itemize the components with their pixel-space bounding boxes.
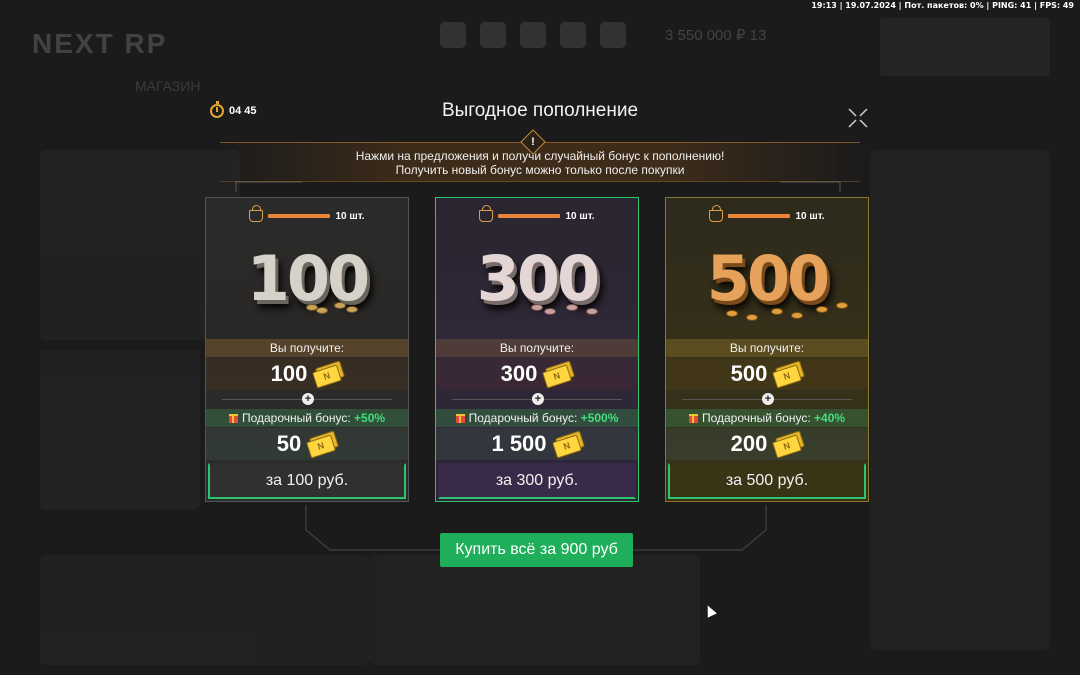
- profile-panel: [880, 18, 1050, 76]
- ticket-icon: [773, 364, 803, 384]
- stock-indicator: 10 шт.: [666, 205, 868, 222]
- price-button-300[interactable]: за 300 руб.: [438, 463, 636, 499]
- stock-indicator: 10 шт.: [206, 205, 408, 222]
- bonus-label: Подарочный бонус: +40%: [666, 409, 868, 427]
- plus-divider: +: [206, 392, 408, 406]
- gift-icon: [688, 414, 698, 423]
- bonus-amount: 1 500: [436, 428, 638, 460]
- receive-amount: 500: [666, 358, 868, 390]
- status-bar: 19:13 | 19.07.2024 | Пот. пакетов: 0% | …: [811, 1, 1074, 10]
- receive-label: Вы получите:: [206, 339, 408, 357]
- ticket-icon: [773, 434, 803, 454]
- bonus-amount: 200: [666, 428, 868, 460]
- close-icon: [848, 108, 868, 128]
- stock-bar: [268, 214, 331, 218]
- offer-card-100[interactable]: 10 шт. 100 Вы получите: 100 + Подарочный…: [205, 197, 409, 502]
- receive-label: Вы получите:: [666, 339, 868, 357]
- offer-hero-image: 300: [436, 232, 638, 332]
- bonus-percent: +40%: [814, 411, 846, 425]
- notice-line-2: Получить новый бонус можно только после …: [395, 163, 685, 177]
- ticket-icon: [553, 434, 583, 454]
- stock-count: 10 шт.: [335, 210, 365, 222]
- ticket-icon: [307, 434, 337, 454]
- bg-tile: [40, 350, 200, 510]
- plus-icon: +: [532, 393, 544, 405]
- buy-all-button[interactable]: Купить всё за 900 руб: [440, 533, 633, 567]
- bg-tile: [870, 150, 1050, 650]
- notice-line-1: Нажми на предложения и получи случайный …: [355, 149, 725, 163]
- bg-tile: [370, 555, 700, 665]
- plus-icon: +: [762, 393, 774, 405]
- receive-label: Вы получите:: [436, 339, 638, 357]
- top-icons: [440, 22, 626, 48]
- bonus-label: Подарочный бонус: +500%: [436, 409, 638, 427]
- plus-divider: +: [666, 392, 868, 406]
- bonus-percent: +50%: [354, 411, 386, 425]
- offer-card-500[interactable]: 10 шт. 500 Вы получите: 500 + Подарочный…: [665, 197, 869, 502]
- modal-title: Выгодное пополнение: [441, 100, 639, 121]
- receive-amount: 100: [206, 358, 408, 390]
- stock-count: 10 шт.: [795, 210, 825, 222]
- mouse-cursor: [703, 603, 717, 618]
- bonus-label: Подарочный бонус: +50%: [206, 409, 408, 427]
- bonus-amount: 50: [206, 428, 408, 460]
- basket-icon: [479, 205, 494, 222]
- receive-amount: 300: [436, 358, 638, 390]
- stock-bar: [498, 214, 561, 218]
- ticket-icon: [313, 364, 343, 384]
- plus-icon: +: [302, 393, 314, 405]
- stock-indicator: 10 шт.: [436, 205, 638, 222]
- price-button-500[interactable]: за 500 руб.: [668, 463, 866, 499]
- offer-hero-image: 100: [206, 232, 408, 332]
- bg-tile: [40, 555, 370, 665]
- offer-hero-image: 500: [666, 232, 868, 332]
- balance-display: 3 550 000 ₽ 13: [665, 27, 767, 44]
- stock-bar: [728, 214, 791, 218]
- game-logo: NEXT RP: [32, 28, 168, 59]
- stock-count: 10 шт.: [565, 210, 595, 222]
- plus-divider: +: [436, 392, 638, 406]
- ticket-icon: [543, 364, 573, 384]
- basket-icon: [709, 205, 724, 222]
- offer-card-300[interactable]: 10 шт. 300 Вы получите: 300 + Подарочный…: [435, 197, 639, 502]
- shop-tab: МАГАЗИН: [135, 78, 201, 94]
- basket-icon: [249, 205, 264, 222]
- price-button-100[interactable]: за 100 руб.: [208, 463, 406, 499]
- gift-icon: [455, 414, 465, 423]
- close-button[interactable]: [845, 105, 871, 131]
- gift-icon: [228, 414, 238, 423]
- bonus-percent: +500%: [580, 411, 619, 425]
